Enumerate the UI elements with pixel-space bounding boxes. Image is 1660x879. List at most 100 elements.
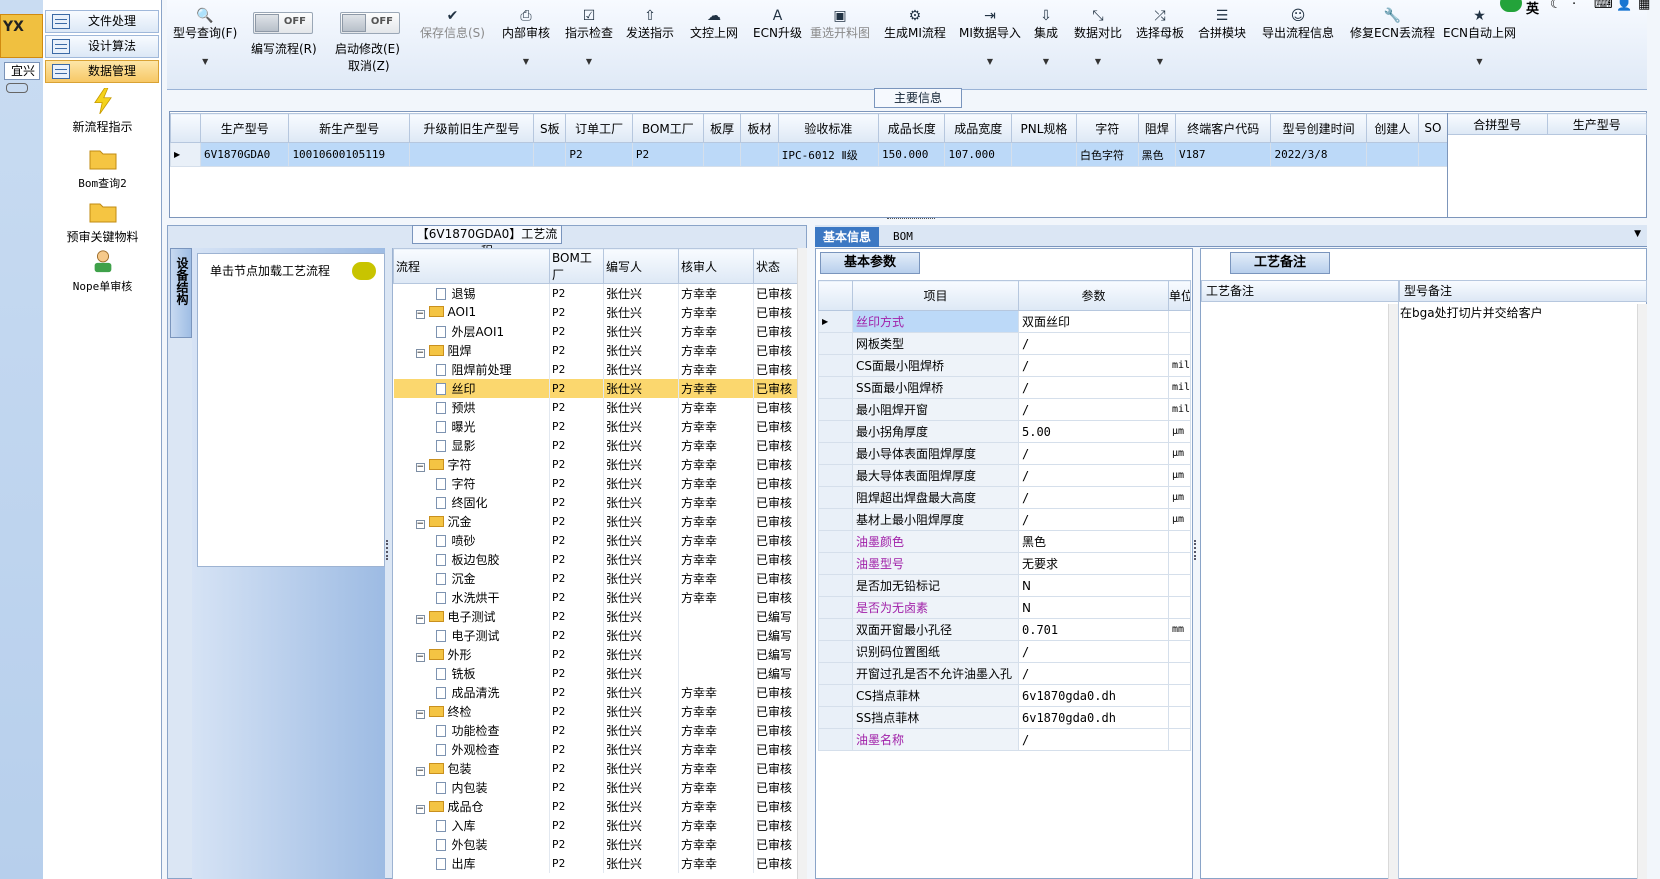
flow-cell-writer[interactable]: 张仕兴 (603, 549, 679, 569)
param-row[interactable]: 是否为无卤素 N (818, 596, 1191, 619)
flow-row[interactable]: 出库 P2 张仕兴 方幸幸 已审核 (393, 853, 798, 873)
main-col-header[interactable]: 板厚 (702, 113, 742, 143)
param-value[interactable]: / (1018, 508, 1169, 531)
flow-cell-status[interactable]: 已审核 (753, 701, 798, 721)
menu-item-file[interactable]: 文件处理 (45, 10, 159, 33)
flow-cell-writer[interactable]: 张仕兴 (603, 321, 679, 341)
tool-nope-review[interactable]: Nope单审核 (43, 248, 162, 294)
location-label[interactable]: 宜兴 (4, 62, 40, 80)
flow-cell-writer[interactable]: 张仕兴 (603, 701, 679, 721)
merge-module-button[interactable]: ☰ 合拼模块 (1198, 8, 1246, 41)
flow-cell-bom[interactable]: P2 (549, 492, 604, 512)
cancel-button[interactable]: 取消(Z) (348, 57, 390, 74)
flow-cell-bom[interactable]: P2 (549, 739, 604, 759)
flow-cell-reviewer[interactable]: 方幸幸 (678, 283, 754, 303)
flow-node[interactable]: 铣板 (393, 663, 550, 683)
param-row[interactable]: 阻焊超出焊盘最大高度 / μm (818, 486, 1191, 509)
flow-cell-bom[interactable]: P2 (549, 416, 604, 436)
menu-item-data[interactable]: 数据管理 (45, 60, 159, 83)
main-col-header[interactable]: 新生产型号 (288, 113, 410, 143)
param-row[interactable]: 油墨名称 / (818, 728, 1191, 751)
param-row[interactable]: 最小拐角厚度 5.00 μm (818, 420, 1191, 443)
flow-cell-writer[interactable]: 张仕兴 (603, 758, 679, 778)
save-info-button[interactable]: ✔ 保存信息(S) (420, 8, 485, 41)
tab-bom[interactable]: BOM (885, 227, 921, 247)
collapse-icon[interactable]: − (415, 652, 425, 662)
flow-node[interactable]: 阻焊前处理 (393, 359, 550, 379)
flow-cell-reviewer[interactable]: 方幸幸 (678, 359, 754, 379)
table-cell[interactable] (1010, 142, 1078, 167)
flow-cell-status[interactable]: 已审核 (753, 511, 798, 531)
flow-cell-bom[interactable]: P2 (549, 378, 604, 398)
tab-basic-info[interactable]: 基本信息 (815, 227, 880, 247)
table-cell[interactable] (408, 142, 535, 167)
flow-cell-writer[interactable]: 张仕兴 (603, 644, 679, 664)
param-value[interactable]: / (1018, 332, 1169, 355)
flow-row[interactable]: − 终检 P2 张仕兴 方幸幸 已审核 (393, 701, 798, 721)
flow-cell-bom[interactable]: P2 (549, 568, 604, 588)
flow-row[interactable]: 终固化 P2 张仕兴 方幸幸 已审核 (393, 492, 798, 512)
flow-cell-status[interactable]: 已编写 (753, 625, 798, 645)
flow-node[interactable]: 终固化 (393, 492, 550, 512)
flow-cell-reviewer[interactable]: 方幸幸 (678, 435, 754, 455)
flow-node[interactable]: − 终检 (393, 701, 550, 721)
dot-icon[interactable]: · (1572, 0, 1576, 12)
flow-node[interactable]: − 包装 (393, 758, 550, 778)
tab-process-notes[interactable]: 工艺备注 (1230, 252, 1330, 274)
flow-cell-reviewer[interactable]: 方幸幸 (678, 378, 754, 398)
flow-row[interactable]: 铣板 P2 张仕兴 已编写 (393, 663, 798, 683)
flow-cell-bom[interactable]: P2 (549, 473, 604, 493)
param-row[interactable]: 基材上最小阻焊厚度 / μm (818, 508, 1191, 531)
flow-cell-reviewer[interactable]: 方幸幸 (678, 530, 754, 550)
param-value[interactable]: 双面丝印 (1018, 310, 1169, 333)
flow-cell-bom[interactable]: P2 (549, 682, 604, 702)
table-cell[interactable]: P2 (631, 142, 704, 167)
flow-cell-status[interactable]: 已审核 (753, 492, 798, 512)
flow-node[interactable]: 曝光 (393, 416, 550, 436)
flow-row[interactable]: 退锡 P2 张仕兴 方幸幸 已审核 (393, 283, 798, 303)
flow-cell-reviewer[interactable] (678, 644, 754, 664)
note-scrollbar[interactable] (1388, 304, 1398, 879)
flow-cell-reviewer[interactable]: 方幸幸 (678, 701, 754, 721)
param-value[interactable]: / (1018, 464, 1169, 487)
flow-cell-bom[interactable]: P2 (549, 302, 604, 322)
flow-cell-status[interactable]: 已审核 (753, 777, 798, 797)
input-method-icon[interactable] (1500, 0, 1522, 12)
flow-cell-bom[interactable]: P2 (549, 625, 604, 645)
flow-cell-reviewer[interactable]: 方幸幸 (678, 758, 754, 778)
flow-cell-status[interactable]: 已审核 (753, 302, 798, 322)
merge-col-header[interactable]: 生产型号 (1546, 113, 1647, 135)
table-cell[interactable]: 2022/3/8 (1270, 142, 1367, 167)
collapse-icon[interactable]: − (415, 519, 425, 529)
main-col-header[interactable]: 字符 (1076, 113, 1139, 143)
flow-row[interactable]: 预烘 P2 张仕兴 方幸幸 已审核 (393, 397, 798, 417)
flow-cell-bom[interactable]: P2 (549, 511, 604, 531)
flow-cell-writer[interactable]: 张仕兴 (603, 815, 679, 835)
flow-cell-reviewer[interactable]: 方幸幸 (678, 511, 754, 531)
mi-data-import-button[interactable]: ⇥ MI数据导入 ▼ (959, 8, 1021, 66)
flow-row[interactable]: 板边包胶 P2 张仕兴 方幸幸 已审核 (393, 549, 798, 569)
flow-cell-status[interactable]: 已审核 (753, 321, 798, 341)
flow-row[interactable]: − 阻焊 P2 张仕兴 方幸幸 已审核 (393, 340, 798, 360)
flow-node[interactable]: − AOI1 (393, 302, 550, 322)
flow-node[interactable]: 出库 (393, 853, 550, 873)
flow-node[interactable]: 丝印 (393, 378, 550, 398)
col-header-status[interactable]: 状态 (753, 248, 798, 284)
table-cell[interactable]: 10010600105119 (288, 142, 410, 167)
flow-cell-status[interactable]: 已审核 (753, 283, 798, 303)
main-col-header[interactable]: S板 (533, 113, 567, 143)
splitter-handle[interactable] (1194, 540, 1198, 560)
send-instruction-button[interactable]: ⇧ 发送指示 (626, 8, 674, 41)
flow-cell-status[interactable]: 已审核 (753, 815, 798, 835)
param-row[interactable]: 最小阻焊开窗 / mil (818, 398, 1191, 421)
tool-key-material[interactable]: 预审关键物料 (43, 198, 162, 245)
flow-node[interactable]: 预烘 (393, 397, 550, 417)
menu-item-design[interactable]: 设计算法 (45, 35, 159, 58)
main-col-header[interactable]: 订单工厂 (565, 113, 633, 143)
flow-cell-bom[interactable]: P2 (549, 549, 604, 569)
export-flow-info-button[interactable]: ☺ 导出流程信息 (1262, 8, 1334, 41)
flow-cell-status[interactable]: 已审核 (753, 340, 798, 360)
flow-cell-reviewer[interactable]: 方幸幸 (678, 340, 754, 360)
tool-bom-query[interactable]: Bom查询2 (43, 145, 162, 191)
flow-cell-status[interactable]: 已审核 (753, 720, 798, 740)
